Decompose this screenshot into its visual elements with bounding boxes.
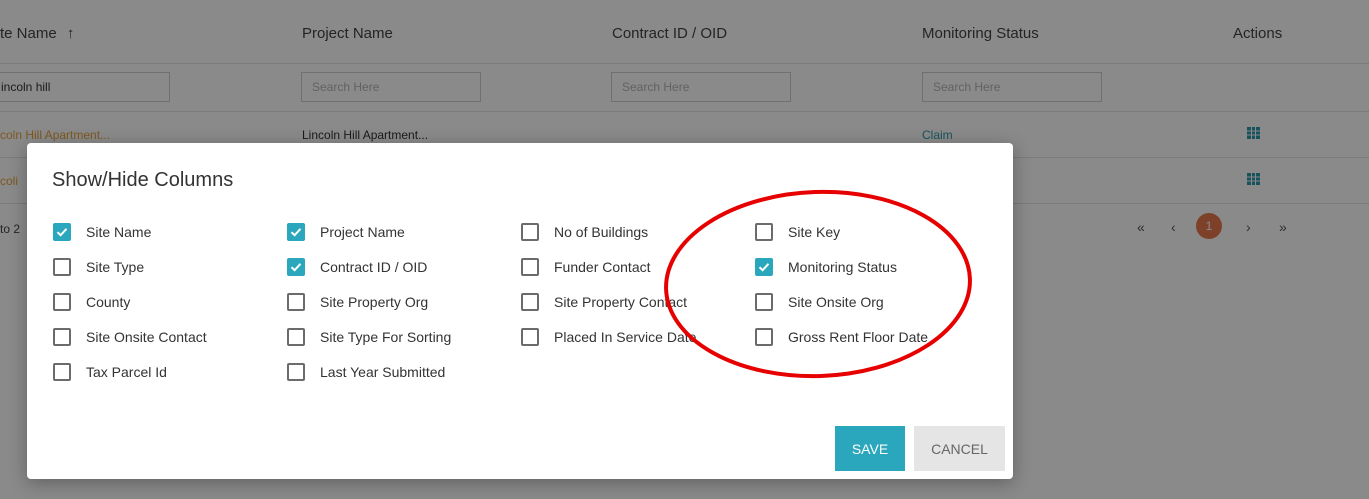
checkbox-unchecked-icon[interactable] [287, 363, 305, 381]
checkbox-checked-icon[interactable] [53, 223, 71, 241]
column-option[interactable]: Monitoring Status [755, 256, 897, 278]
checkbox-unchecked-icon[interactable] [287, 293, 305, 311]
checkbox-unchecked-icon[interactable] [521, 223, 539, 241]
column-option[interactable]: Site Key [755, 221, 840, 243]
column-option[interactable]: Site Property Org [287, 291, 428, 313]
column-option-label: Site Type [86, 259, 145, 275]
dialog-title: Show/Hide Columns [52, 169, 234, 191]
checkbox-unchecked-icon[interactable] [287, 328, 305, 346]
checkbox-checked-icon[interactable] [287, 223, 305, 241]
column-option-label: Funder Contact [554, 259, 651, 275]
column-option-label: Gross Rent Floor Date [788, 329, 929, 345]
column-option[interactable]: Site Name [53, 221, 151, 243]
column-option[interactable]: Site Type For Sorting [287, 326, 451, 348]
column-option-label: Project Name [320, 224, 405, 240]
show-hide-columns-dialog: Show/Hide Columns Site Name Site Type Coun… [27, 143, 1013, 479]
checkbox-unchecked-icon[interactable] [755, 293, 773, 311]
column-option-label: Site Type For Sorting [320, 329, 452, 345]
column-option-label: Last Year Submitted [320, 364, 446, 380]
checkbox-unchecked-icon[interactable] [53, 328, 71, 346]
column-option[interactable]: No of Buildings [521, 221, 648, 243]
checkbox-unchecked-icon[interactable] [521, 328, 539, 346]
column-option[interactable]: Funder Contact [521, 256, 651, 278]
checkbox-unchecked-icon[interactable] [755, 223, 773, 241]
column-option[interactable]: Placed In Service Date [521, 326, 696, 348]
column-option-label: Site Onsite Org [788, 294, 884, 310]
checkbox-unchecked-icon[interactable] [521, 293, 539, 311]
checkbox-unchecked-icon[interactable] [53, 293, 71, 311]
checkbox-checked-icon[interactable] [287, 258, 305, 276]
checkbox-unchecked-icon[interactable] [53, 363, 71, 381]
column-option[interactable]: Site Onsite Contact [53, 326, 207, 348]
column-option[interactable]: Contract ID / OID [287, 256, 427, 278]
column-option[interactable]: Gross Rent Floor Date [755, 326, 928, 348]
column-option-label: Tax Parcel Id [86, 364, 167, 380]
column-option-label: Placed In Service Date [554, 329, 697, 345]
column-option[interactable]: Site Type [53, 256, 144, 278]
column-option[interactable]: County [53, 291, 130, 313]
column-option-label: Site Property Org [320, 294, 429, 310]
column-option-label: No of Buildings [554, 224, 649, 240]
column-option[interactable]: Tax Parcel Id [53, 361, 167, 383]
column-option[interactable]: Project Name [287, 221, 405, 243]
checkbox-unchecked-icon[interactable] [53, 258, 71, 276]
column-option[interactable]: Site Property Contact [521, 291, 687, 313]
column-option[interactable]: Site Onsite Org [755, 291, 884, 313]
column-option[interactable]: Last Year Submitted [287, 361, 445, 383]
save-button[interactable]: SAVE [835, 426, 905, 471]
cancel-button[interactable]: CANCEL [914, 426, 1005, 471]
column-option-label: Site Onsite Contact [86, 329, 207, 345]
column-option-label: County [86, 294, 131, 310]
column-option-label: Site Name [86, 224, 152, 240]
column-option-label: Site Property Contact [554, 294, 688, 310]
checkbox-checked-icon[interactable] [755, 258, 773, 276]
checkbox-unchecked-icon[interactable] [755, 328, 773, 346]
column-option-label: Contract ID / OID [320, 259, 428, 275]
checkbox-unchecked-icon[interactable] [521, 258, 539, 276]
column-option-label: Monitoring Status [788, 259, 897, 275]
column-option-label: Site Key [788, 224, 841, 240]
